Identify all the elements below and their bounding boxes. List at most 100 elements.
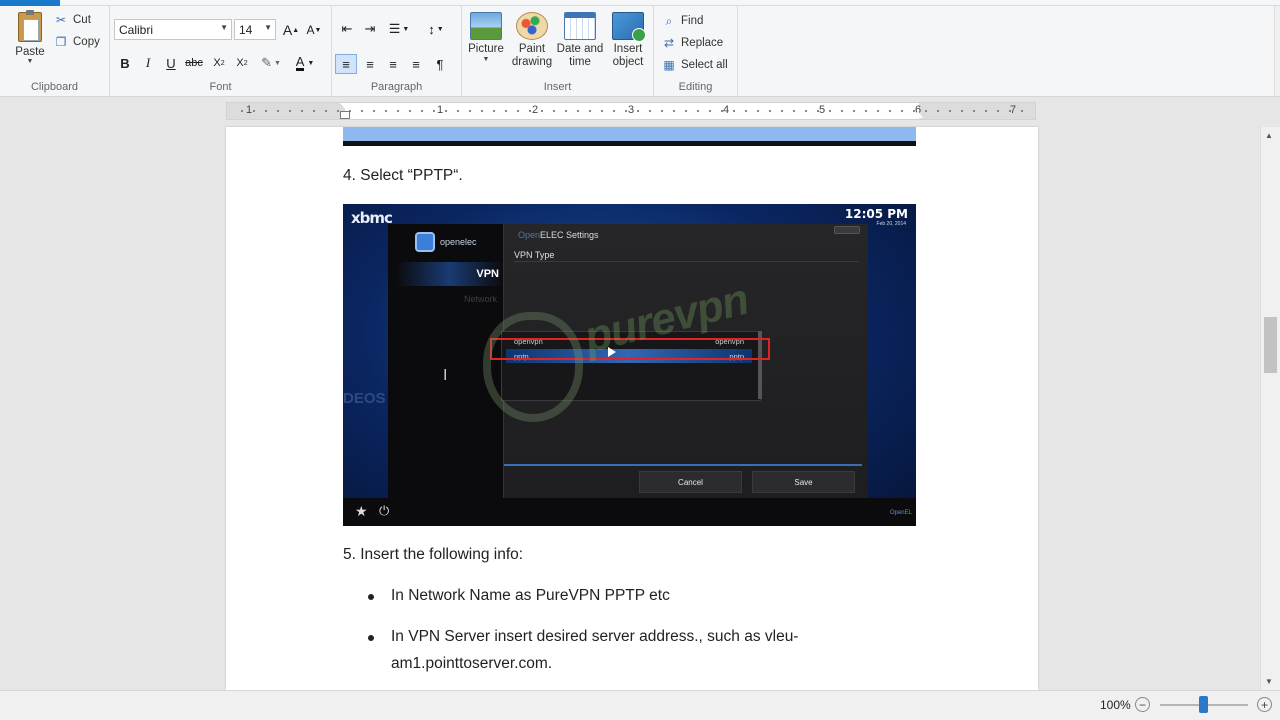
bullet-icon [368,635,374,641]
openelec-logo-icon [415,232,435,252]
scrollbar-thumb[interactable] [1264,317,1277,373]
bullet-list-icon[interactable]: ☰ ▼ [384,19,414,39]
replace-icon: ⇄ [663,36,675,50]
ruler-tick [769,110,771,112]
palette-icon [516,12,548,40]
ruler-tick [985,110,987,112]
ruler-tick [853,110,855,112]
ruler-tick [529,110,531,112]
ruler-tick [625,110,627,112]
scroll-up-icon[interactable]: ▲ [1265,131,1273,140]
text-cursor-icon: I [443,367,448,384]
right-indent-marker[interactable] [913,111,923,118]
date-label-2: time [569,56,591,68]
paste-button[interactable]: Paste ▼ [10,10,50,76]
left-indent-marker[interactable] [340,111,350,119]
ruler-tick [553,110,555,112]
copy-icon: ❐ [55,35,67,49]
step-4-text: 4. Select “PPTP“. [343,167,463,184]
find-button[interactable]: ⌕ Find [662,14,704,28]
ruler-tick [601,110,603,112]
ribbon-scrollbar [1274,6,1280,96]
ruler-tick [877,110,879,112]
ruler-tick [397,110,399,112]
insert-object-button[interactable]: Insert object [604,12,652,84]
font-group: Calibri ▼ 14 ▼ A ▲ A ▼ B I U abc X2 X2 ✎ ▼ … [110,6,332,96]
zoom-out-icon[interactable]: − [1135,697,1150,712]
chevron-down-icon: ▼ [26,58,34,65]
line-spacing-icon[interactable]: ↕ ▼ [422,19,450,39]
zoom-slider-thumb[interactable] [1199,696,1208,713]
replace-button[interactable]: ⇄ Replace [662,36,723,50]
ruler[interactable]: 1 1 2 3 4 5 6 7 [226,102,1036,120]
paint-drawing-button[interactable]: Paint drawing [508,12,556,84]
ruler-tick [745,110,747,112]
insert-group-label: Insert [543,81,572,93]
chevron-down-icon: ▼ [220,23,228,32]
ruler-tick [253,110,255,112]
ruler-tick [829,110,831,112]
ruler-number: 1 [437,104,444,116]
align-center-icon[interactable]: ≡ [359,54,381,74]
scroll-down-icon[interactable]: ▼ [1265,677,1273,686]
cut-button[interactable]: ✂ Cut [54,13,91,27]
chevron-down-icon: ▼ [264,23,272,32]
clock-text: 12:05 PM [844,207,908,221]
ruler-number: 5 [819,104,826,116]
object-icon [612,12,646,42]
purevpn-watermark-icon [483,312,583,422]
ruler-tick [757,110,759,112]
sidebar-item-vpn: VPN [476,268,499,280]
paragraph-settings-icon[interactable]: ¶ [429,54,451,74]
copy-label: Copy [73,36,100,48]
date-text: Feb 20, 2014 [876,221,906,227]
font-size-value: 14 [239,22,253,37]
align-right-icon[interactable]: ≡ [382,54,404,74]
strikethrough-icon[interactable]: abc [183,53,205,73]
bullet-1-text: In Network Name as PureVPN PPTP etc [391,587,670,604]
step-5-text: 5. Insert the following info: [343,546,524,563]
font-color-icon[interactable]: A ▼ [290,53,320,73]
ruler-tick [565,110,567,112]
bold-icon[interactable]: B [114,53,136,73]
ruler-tick [889,110,891,112]
font-family-select[interactable]: Calibri ▼ [114,19,232,40]
ruler-tick [733,110,735,112]
ruler-tick [901,110,903,112]
decrease-indent-icon[interactable]: ⇤ [336,19,358,39]
vertical-scrollbar[interactable]: ▲ ▼ [1260,127,1280,690]
justify-icon[interactable]: ≡ [405,54,427,74]
ruler-tick [469,110,471,112]
object-label: Insert [613,43,643,55]
openelec-brand: openelec [440,237,477,247]
embedded-screenshot[interactable]: xbmc 12:05 PM Feb 20, 2014 DEOS openelec… [343,204,916,526]
underline-icon[interactable]: U [160,53,182,73]
font-size-select[interactable]: 14 ▼ [234,19,276,40]
ruler-tick [277,110,279,112]
ruler-tick [517,110,519,112]
first-line-indent-marker[interactable] [340,103,350,109]
save-button: Save [752,471,855,493]
increase-indent-icon[interactable]: ⇥ [359,19,381,39]
date-label: Date and [556,43,604,55]
grow-font-icon[interactable]: A ▲ [280,20,302,40]
highlight-color-icon[interactable]: ✎ ▼ [256,53,286,73]
document-page[interactable]: 4. Select “PPTP“. xbmc 12:05 PM Feb 20, … [226,127,1038,690]
clipboard-group: Paste ▼ ✂ Cut ❐ Copy Clipboard [0,6,110,96]
copy-button[interactable]: ❐ Copy [54,35,100,49]
ruler-tick [805,110,807,112]
shrink-font-icon[interactable]: A ▼ [303,20,325,40]
select-all-button[interactable]: ▦ Select all [662,58,727,72]
superscript-icon[interactable]: X2 [231,53,253,73]
zoom-in-icon[interactable]: + [1257,697,1272,712]
bullet-icon [368,594,374,600]
ruler-tick [973,110,975,112]
date-time-button[interactable]: Date and time [556,12,604,84]
subscript-icon[interactable]: X2 [208,53,230,73]
italic-icon[interactable]: I [137,53,159,73]
panel-divider [504,464,862,466]
ruler-tick [445,110,447,112]
align-left-icon[interactable]: ≡ [335,54,357,74]
picture-button[interactable]: Picture ▼ [462,12,510,84]
ruler-tick [961,110,963,112]
